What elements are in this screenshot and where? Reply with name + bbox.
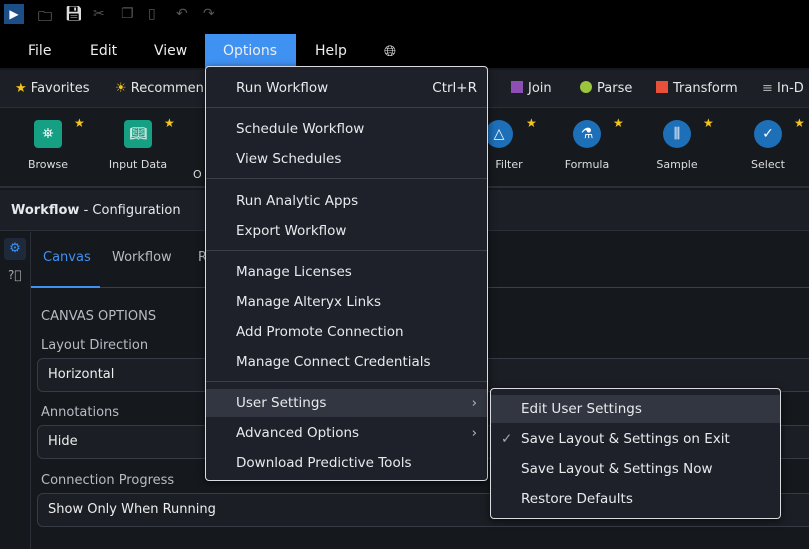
connection-progress-label: Connection Progress	[41, 473, 175, 488]
checkmark-icon: ✓	[501, 431, 513, 447]
user-settings-submenu: Edit User Settings ✓ Save Layout & Settin…	[490, 388, 781, 519]
join-swatch-icon	[511, 81, 523, 93]
menu-item-save-layout-on-exit[interactable]: ✓ Save Layout & Settings on Exit	[491, 425, 780, 453]
menu-options[interactable]: Options	[205, 34, 296, 68]
menu-file[interactable]: File	[10, 34, 69, 68]
chevron-right-icon: ›	[471, 395, 477, 411]
favorite-star-icon: ★	[703, 116, 714, 130]
annotations-label: Annotations	[41, 405, 120, 420]
menu-item-run-analytic-apps[interactable]: Run Analytic Apps	[206, 187, 487, 215]
tool-sample[interactable]: ⫼ ★ Sample	[637, 116, 717, 171]
tool-select[interactable]: ✓ ★ Select	[728, 116, 808, 171]
transform-swatch-icon	[656, 81, 668, 93]
favorite-star-icon: ★	[74, 116, 85, 130]
book-icon: 📖︎	[124, 120, 152, 148]
redo-icon[interactable]: ↷	[203, 6, 215, 22]
flask-icon: ⚗	[573, 120, 601, 148]
menu-item-schedule-workflow[interactable]: Schedule Workflow	[206, 115, 487, 143]
sun-icon: ☀	[115, 81, 127, 96]
category-transform[interactable]: Transform	[656, 70, 738, 108]
paste-icon[interactable]: ▯	[148, 6, 156, 22]
category-join[interactable]: Join	[511, 70, 552, 108]
menu-item-manage-licenses[interactable]: Manage Licenses	[206, 258, 487, 286]
filter-prism-icon: △	[485, 120, 513, 148]
shortcut-text: Ctrl+R	[432, 80, 477, 96]
parse-swatch-icon	[580, 81, 592, 93]
menu-separator	[206, 250, 487, 251]
category-parse[interactable]: Parse	[580, 70, 632, 108]
menu-separator	[206, 381, 487, 382]
cut-icon[interactable]: ✂	[93, 6, 105, 22]
category-in-database[interactable]: ≡ In-D	[762, 70, 804, 108]
menu-item-advanced-options[interactable]: Advanced Options ›	[206, 419, 487, 447]
database-icon: ≡	[762, 81, 773, 96]
menu-item-manage-connect-credentials[interactable]: Manage Connect Credentials	[206, 348, 487, 376]
save-icon[interactable]: 💾︎	[65, 6, 83, 22]
tab-workflow[interactable]: Workflow	[112, 250, 172, 265]
help-icon[interactable]: ?⃝	[8, 268, 22, 282]
test-tubes-icon: ⫼	[663, 120, 691, 148]
menu-item-user-settings[interactable]: User Settings ›	[206, 389, 487, 417]
menu-item-manage-alteryx-links[interactable]: Manage Alteryx Links	[206, 288, 487, 316]
tab-canvas[interactable]: Canvas	[43, 250, 91, 265]
menu-item-add-promote-connection[interactable]: Add Promote Connection	[206, 318, 487, 346]
favorite-star-icon: ★	[613, 116, 624, 130]
gear-icon[interactable]: ⚙	[4, 238, 26, 260]
menu-separator	[206, 107, 487, 108]
open-folder-icon[interactable]: 🗀	[38, 6, 52, 30]
menu-item-view-schedules[interactable]: View Schedules	[206, 145, 487, 173]
app-logo-icon: ▶	[4, 4, 24, 24]
menu-separator	[206, 178, 487, 179]
menu-item-export-workflow[interactable]: Export Workflow	[206, 217, 487, 245]
star-icon: ★	[15, 81, 27, 96]
tool-browse[interactable]: ⛯ ★ Browse	[8, 116, 88, 171]
category-favorites[interactable]: ★ Favorites	[15, 70, 90, 108]
favorite-star-icon: ★	[526, 116, 537, 130]
config-side-strip: ⚙ ?⃝	[0, 232, 31, 549]
active-tab-indicator	[31, 286, 100, 288]
tool-formula[interactable]: ⚗ ★ Formula	[547, 116, 627, 171]
menu-view[interactable]: View	[136, 34, 205, 68]
menu-item-run-workflow[interactable]: Run Workflow Ctrl+R	[206, 74, 487, 102]
globe-icon[interactable]: 🌐︎	[366, 34, 414, 68]
undo-icon[interactable]: ↶	[176, 6, 188, 22]
copy-icon[interactable]: ❐	[121, 6, 134, 22]
quick-access-toolbar: ▶ 🗀 💾︎ ✂ ❐ ▯ ↶ ↷	[0, 0, 809, 30]
menu-item-download-predictive-tools[interactable]: Download Predictive Tools	[206, 449, 487, 477]
options-menu: Run Workflow Ctrl+R Schedule Workflow Vie…	[205, 66, 488, 481]
menu-bar: File Edit View Options Help 🌐︎	[0, 30, 809, 68]
section-heading: CANVAS OPTIONS	[41, 309, 157, 324]
menu-item-save-layout-now[interactable]: Save Layout & Settings Now	[491, 455, 780, 483]
menu-item-edit-user-settings[interactable]: Edit User Settings	[491, 395, 780, 423]
binoculars-icon: ⛯	[34, 120, 62, 148]
menu-edit[interactable]: Edit	[72, 34, 135, 68]
category-recommended[interactable]: ☀ Recommen	[115, 70, 204, 108]
select-check-icon: ✓	[754, 120, 782, 148]
favorite-star-icon: ★	[794, 116, 805, 130]
layout-direction-label: Layout Direction	[41, 338, 149, 353]
chevron-right-icon: ›	[471, 425, 477, 441]
menu-item-restore-defaults[interactable]: Restore Defaults	[491, 485, 780, 513]
menu-help[interactable]: Help	[297, 34, 365, 68]
